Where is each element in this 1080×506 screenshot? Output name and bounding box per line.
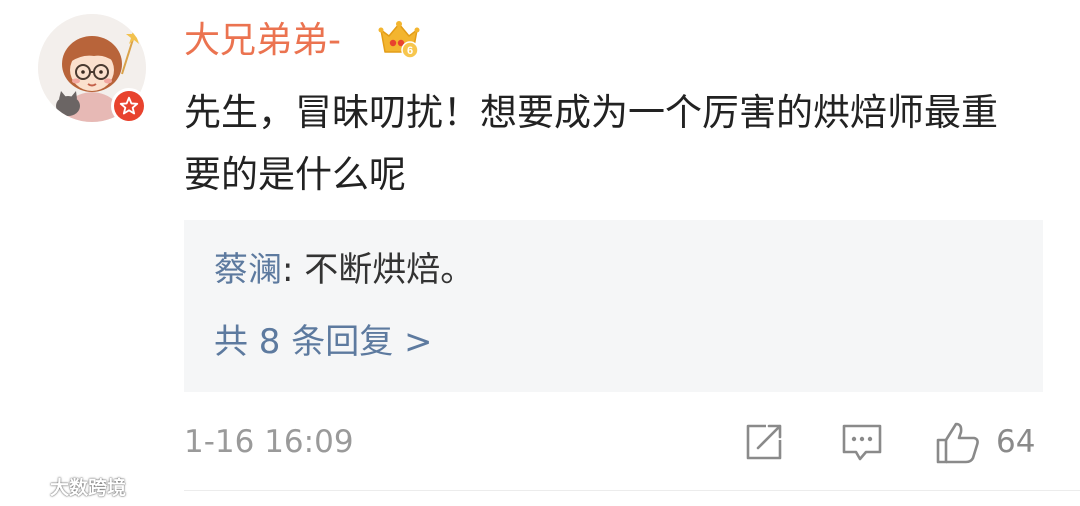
comment-username[interactable]: 大兄弟弟-	[184, 18, 341, 64]
reply-text: 不断烘焙。	[304, 250, 475, 290]
verified-badge	[111, 88, 147, 124]
share-icon[interactable]	[742, 420, 786, 464]
reply-separator: :	[282, 250, 305, 290]
member-level: 6	[407, 45, 413, 57]
reply-preview[interactable]: 蔡澜: 不断烘焙。 共 8 条回复 >	[184, 220, 1043, 392]
comment-body: 先生，冒昧叨扰！想要成为一个厉害的烘焙师最重要的是什么呢	[184, 91, 998, 196]
thumbs-up-icon[interactable]	[934, 420, 982, 466]
watermark: 大数跨境	[10, 472, 126, 500]
watermark-text: 大数跨境	[50, 476, 127, 499]
comment-timestamp: 1-16 16:09	[184, 424, 354, 460]
divider	[184, 490, 1080, 491]
gold-crown-icon[interactable]: 6	[378, 18, 420, 60]
red-star-badge-icon	[119, 96, 139, 115]
more-replies-link[interactable]: 共 8 条回复 >	[214, 318, 433, 366]
reply-item: 蔡澜: 不断烘焙。	[214, 246, 474, 294]
like-count: 64	[996, 424, 1036, 460]
comment-icon[interactable]	[840, 420, 884, 464]
reply-author[interactable]: 蔡澜	[214, 250, 282, 290]
brand-logo-icon	[12, 474, 45, 496]
